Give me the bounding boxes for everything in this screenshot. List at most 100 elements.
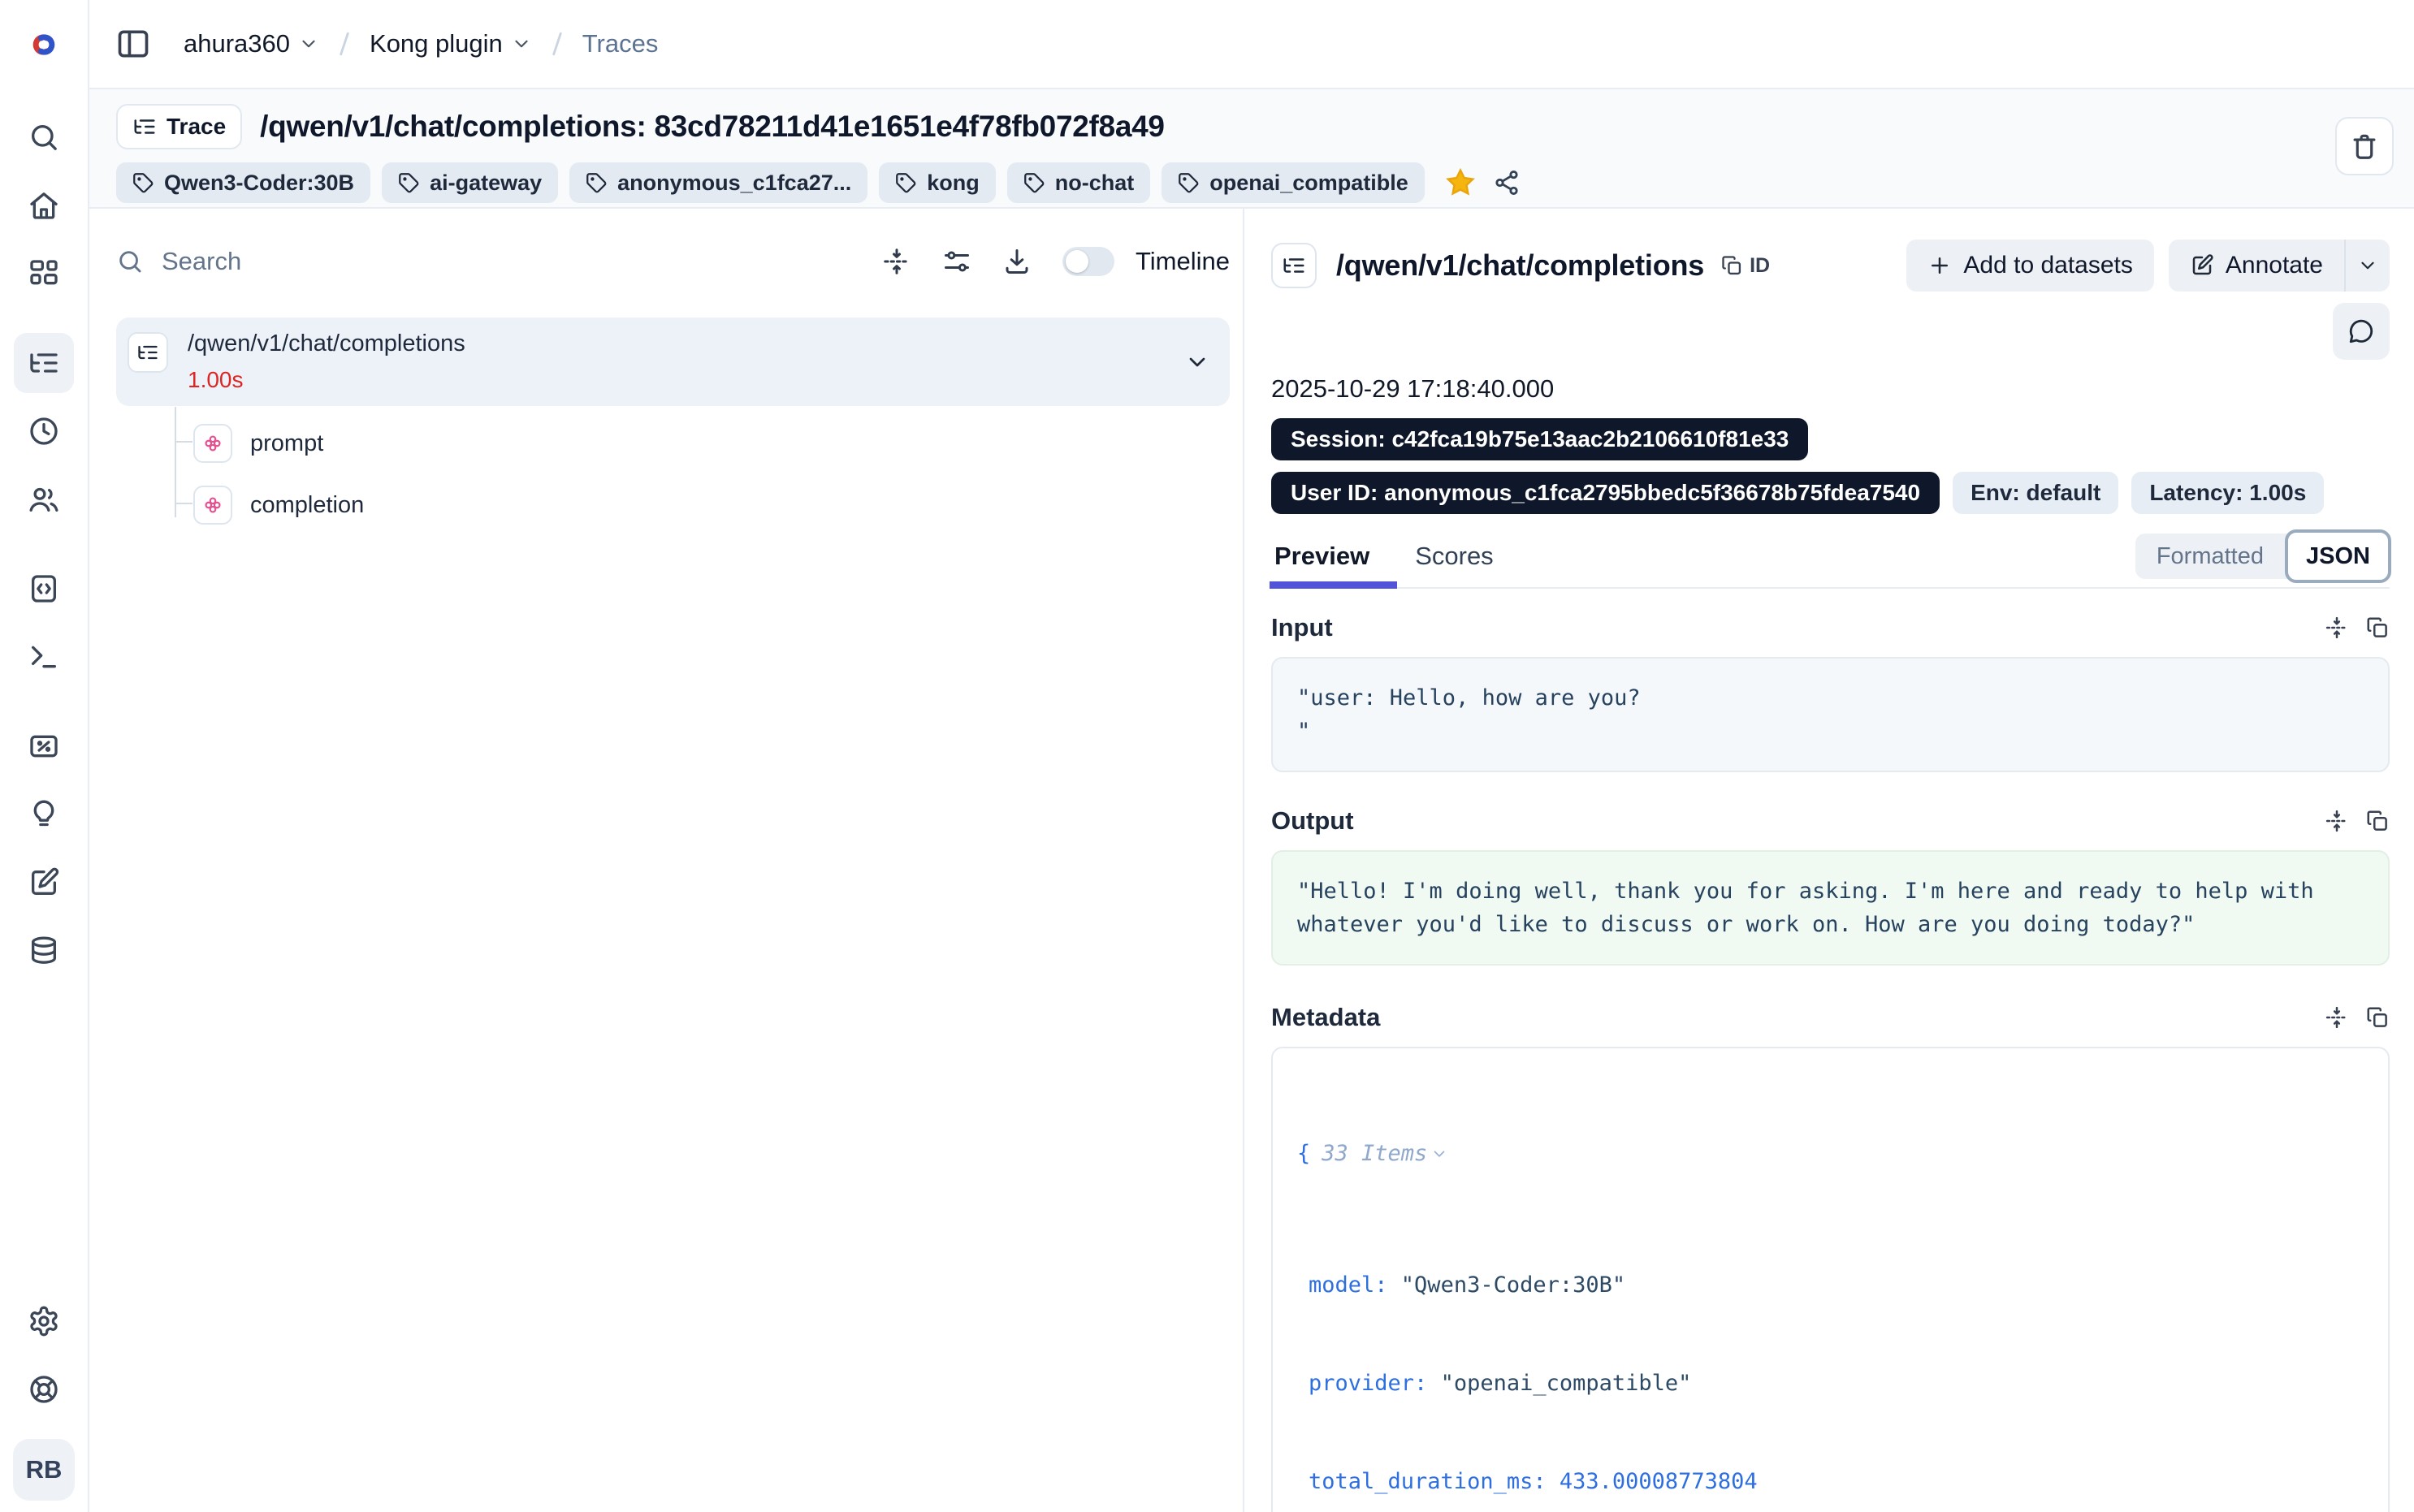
- sidebar-item-playground[interactable]: [14, 627, 74, 687]
- format-formatted-button[interactable]: Formatted: [2135, 543, 2285, 570]
- user-id-badge[interactable]: User ID: anonymous_c1fca2795bbedc5f36678…: [1271, 472, 1940, 514]
- latency-badge: Latency: 1.00s: [2131, 472, 2324, 514]
- tab-scores[interactable]: Scores: [1412, 542, 1496, 587]
- tag-pill[interactable]: kong: [879, 162, 996, 203]
- tree-connector: [175, 441, 193, 443]
- annotate-menu-button[interactable]: [2344, 240, 2390, 292]
- event-node-badge: [193, 424, 232, 463]
- app-logo[interactable]: [0, 0, 88, 89]
- tree-toolbar: Timeline: [882, 247, 1230, 276]
- env-badge: Env: default: [1953, 472, 2118, 514]
- json-key: total_duration_ms: [1309, 1466, 1533, 1497]
- collapse-section-button[interactable]: [2325, 1005, 2349, 1030]
- json-expander[interactable]: 33 Items: [1322, 1138, 1448, 1169]
- chevron-down-icon: [2357, 255, 2378, 276]
- event-clover-icon: [202, 433, 223, 454]
- tree-child-row[interactable]: prompt: [193, 419, 1230, 468]
- collapse-section-button[interactable]: [2325, 616, 2349, 640]
- tag-icon: [398, 172, 420, 194]
- clock-icon: [28, 415, 60, 447]
- sidebar-item-evaluators[interactable]: [14, 784, 74, 845]
- event-node-badge: [193, 486, 232, 525]
- copy-icon: [2365, 809, 2390, 833]
- trace-node-badge: [1271, 243, 1317, 288]
- sidebar-item-dashboards[interactable]: [14, 244, 74, 304]
- breadcrumb-project[interactable]: Kong plugin: [370, 29, 532, 58]
- download-icon: [1002, 247, 1032, 276]
- chevron-down-icon: [511, 33, 532, 54]
- metadata-json-viewer: {33 Items model: "Qwen3-Coder:30B" provi…: [1271, 1047, 2390, 1512]
- copy-id-button[interactable]: ID: [1720, 254, 1770, 278]
- logo-icon: [26, 27, 62, 63]
- sidebar-item-sessions[interactable]: [14, 401, 74, 461]
- sidebar-item-prompts[interactable]: [14, 559, 74, 619]
- terminal-icon: [28, 641, 60, 673]
- input-heading: Input: [1271, 613, 1333, 642]
- sidebar-item-home[interactable]: [14, 175, 74, 235]
- tag-label: anonymous_c1fca27...: [617, 171, 851, 196]
- tab-preview[interactable]: Preview: [1271, 542, 1373, 587]
- bookmark-star-button[interactable]: [1444, 166, 1477, 199]
- sidebar-item-scores[interactable]: [14, 716, 74, 776]
- tag-pill[interactable]: anonymous_c1fca27...: [569, 162, 867, 203]
- sidebar-toggle-button[interactable]: [115, 26, 151, 62]
- json-root-line: {33 Items: [1297, 1138, 2364, 1169]
- format-toggle: Formatted JSON: [2135, 534, 2390, 579]
- tag-icon: [1178, 172, 1200, 194]
- tag-pill[interactable]: Qwen3-Coder:30B: [116, 162, 370, 203]
- search-input[interactable]: [162, 247, 681, 276]
- sidebar-item-search[interactable]: [14, 107, 74, 167]
- json-value: 433.00008773804: [1560, 1466, 1758, 1497]
- icon-sidebar: RB: [0, 0, 89, 1512]
- comments-button[interactable]: [2333, 303, 2390, 360]
- sidebar-item-annotation[interactable]: [14, 853, 74, 913]
- metadata-tools: [2325, 1005, 2390, 1030]
- output-heading: Output: [1271, 806, 1354, 836]
- annotate-button[interactable]: Annotate: [2169, 240, 2344, 292]
- download-button[interactable]: [1002, 247, 1032, 276]
- timeline-toggle[interactable]: [1062, 247, 1114, 276]
- trace-timestamp: 2025-10-29 17:18:40.000: [1271, 374, 2390, 404]
- sidebar-item-support[interactable]: [14, 1359, 74, 1419]
- breadcrumb-page[interactable]: Traces: [582, 29, 659, 58]
- json-value: "Qwen3-Coder:30B": [1401, 1269, 1625, 1301]
- copy-section-button[interactable]: [2365, 616, 2390, 640]
- tag-pill[interactable]: no-chat: [1007, 162, 1151, 203]
- output-content: "Hello! I'm doing well, thank you for as…: [1271, 850, 2390, 966]
- lifebuoy-icon: [28, 1373, 60, 1406]
- trace-header: Trace /qwen/v1/chat/completions: 83cd782…: [89, 89, 2414, 209]
- add-to-datasets-button[interactable]: Add to datasets: [1906, 240, 2153, 292]
- delete-trace-button[interactable]: [2335, 117, 2394, 175]
- copy-section-button[interactable]: [2365, 1005, 2390, 1030]
- sidebar-item-settings[interactable]: [14, 1291, 74, 1351]
- tree-child-row[interactable]: completion: [193, 481, 1230, 529]
- tag-pill[interactable]: ai-gateway: [382, 162, 558, 203]
- session-badge[interactable]: Session: c42fca19b75e13aac2b2106610f81e3…: [1271, 418, 1808, 460]
- copy-section-button[interactable]: [2365, 809, 2390, 833]
- sidebar-item-datasets[interactable]: [14, 921, 74, 981]
- tree-connector: [175, 407, 176, 517]
- tree-root-row[interactable]: /qwen/v1/chat/completions 1.00s: [116, 318, 1230, 406]
- collapse-section-button[interactable]: [2325, 809, 2349, 833]
- collapse-icon: [2325, 1005, 2349, 1030]
- share-icon: [1493, 169, 1521, 197]
- format-json-button[interactable]: JSON: [2285, 529, 2391, 583]
- tag-pill[interactable]: openai_compatible: [1162, 162, 1425, 203]
- tag-label: Qwen3-Coder:30B: [164, 171, 354, 196]
- copy-icon: [2365, 616, 2390, 640]
- breadcrumb-org[interactable]: ahura360: [184, 29, 319, 58]
- sidebar-item-users[interactable]: [14, 469, 74, 529]
- tree-connector: [175, 503, 193, 504]
- user-avatar[interactable]: RB: [13, 1439, 75, 1501]
- trash-icon: [2349, 131, 2380, 162]
- json-entry: provider: "openai_compatible": [1297, 1367, 2364, 1399]
- lightbulb-icon: [28, 798, 60, 831]
- tag-icon: [586, 172, 608, 194]
- collapse-node-button[interactable]: [1184, 349, 1210, 375]
- trace-title-row: Trace /qwen/v1/chat/completions: 83cd782…: [116, 104, 2414, 149]
- tree-settings-button[interactable]: [942, 247, 971, 276]
- json-key: model: [1309, 1269, 1374, 1301]
- collapse-all-button[interactable]: [882, 247, 911, 276]
- sidebar-item-tracing[interactable]: [14, 333, 74, 393]
- share-button[interactable]: [1493, 169, 1521, 197]
